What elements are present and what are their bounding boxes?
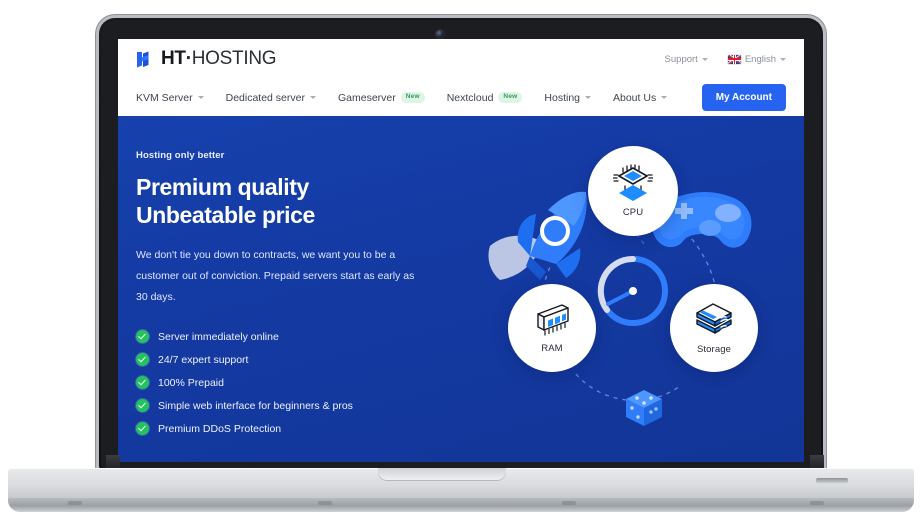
check-circle-icon (136, 399, 149, 413)
list-item: Premium DDoS Protection (136, 422, 436, 436)
logo-suffix: HOSTING (191, 48, 277, 69)
laptop-foot (562, 501, 576, 505)
spec-circle-storage: Storage (670, 284, 758, 372)
feature-label: Server immediately online (158, 330, 279, 343)
site-top-bar: HT·HOSTING Support English (118, 39, 804, 79)
check-circle-icon (136, 353, 149, 367)
uk-flag-icon (727, 54, 741, 64)
spec-circle-cpu: CPU (588, 146, 678, 236)
logo-prefix: HT (161, 48, 186, 69)
spec-label: CPU (622, 207, 644, 218)
chevron-down-icon (197, 96, 204, 99)
hero-subcopy: We don't tie you down to contracts, we w… (136, 249, 415, 304)
site-logo-text: HT·HOSTING (161, 48, 277, 70)
nav-label: Hosting (544, 91, 580, 104)
nav-item-dedicated-server[interactable]: Dedicated server (226, 92, 316, 104)
site-logo[interactable]: HT·HOSTING (136, 48, 277, 70)
speed-gauge-icon (597, 255, 668, 326)
storage-disk-icon (693, 301, 735, 339)
my-account-button[interactable]: My Account (701, 84, 786, 111)
check-circle-icon (136, 376, 149, 390)
laptop-foot (318, 501, 332, 505)
nav-label: Dedicated server (225, 91, 305, 104)
rocket-icon (488, 191, 587, 280)
chevron-down-icon (701, 57, 708, 61)
nav-item-nextcloud[interactable]: Nextcloud New (447, 92, 523, 104)
page-title: Premium quality Unbeatable price (136, 174, 315, 229)
feature-list: Server immediately online 24/7 expert su… (136, 330, 436, 436)
spec-label: Storage (697, 344, 731, 355)
webcam-icon (436, 30, 444, 38)
ram-module-icon (532, 302, 572, 338)
laptop-mockup: HT·HOSTING Support English KVM Server De… (0, 0, 922, 522)
laptop-foot (810, 501, 824, 505)
support-menu[interactable]: Support (665, 54, 708, 65)
feature-label: 100% Prepaid (158, 376, 224, 389)
laptop-base-notch (378, 468, 506, 481)
ht-logo-icon (136, 51, 154, 68)
check-circle-icon (136, 422, 149, 436)
nav-label: Nextcloud (446, 91, 494, 104)
nav-label: About Us (613, 91, 657, 104)
check-circle-icon (136, 330, 149, 344)
spec-label: RAM (541, 343, 563, 354)
laptop-base-lip (8, 498, 914, 512)
language-selector[interactable]: English (727, 53, 786, 65)
support-label: Support (664, 53, 698, 65)
chevron-down-icon (585, 96, 591, 99)
hero-eyebrow: Hosting only better (136, 150, 225, 161)
chevron-down-icon (309, 96, 316, 99)
feature-label: Simple web interface for beginners & pro… (158, 399, 353, 412)
nav-label: Gameserver (337, 91, 396, 104)
laptop-base-slot (816, 478, 848, 483)
laptop-foot (68, 501, 82, 505)
dice-icon (626, 390, 662, 426)
nav-item-kvm-server[interactable]: KVM Server (136, 92, 204, 104)
cpu-chip-icon (613, 164, 653, 202)
browser-viewport: HT·HOSTING Support English KVM Server De… (118, 39, 804, 462)
new-badge: New (400, 92, 425, 103)
hero-section: Hosting only better Premium quality Unbe… (118, 116, 804, 462)
chevron-down-icon (780, 57, 786, 61)
list-item: Server immediately online (136, 330, 436, 344)
list-item: 100% Prepaid (136, 376, 436, 390)
new-badge: New (498, 92, 523, 103)
nav-item-gameserver[interactable]: Gameserver New (338, 92, 425, 104)
main-navigation: KVM Server Dedicated server Gameserver N… (118, 79, 804, 116)
spec-circle-ram: RAM (508, 284, 596, 372)
top-bar-right: Support English (665, 54, 786, 65)
hero-illustration: CPU RAM Storage (448, 124, 804, 462)
feature-label: 24/7 expert support (158, 353, 249, 366)
nav-item-hosting[interactable]: Hosting (544, 92, 591, 104)
nav-item-about-us[interactable]: About Us (613, 91, 668, 104)
nav-label: KVM Server (136, 91, 193, 104)
hero-copy: Hosting only better Premium quality Unbe… (136, 150, 436, 436)
list-item: 24/7 expert support (136, 353, 436, 367)
language-label: English (744, 53, 776, 65)
nav-items-list: KVM Server Dedicated server Gameserver N… (136, 91, 668, 104)
feature-label: Premium DDoS Protection (158, 422, 282, 435)
chevron-down-icon (661, 96, 668, 99)
list-item: Simple web interface for beginners & pro… (136, 399, 436, 413)
